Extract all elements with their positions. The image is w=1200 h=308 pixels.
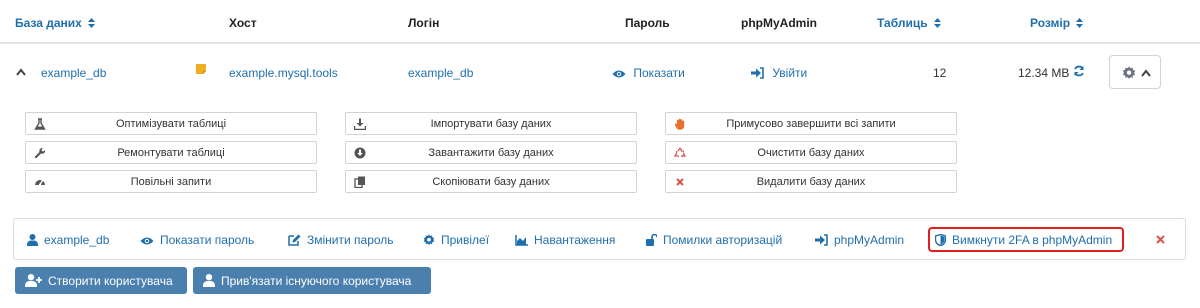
col-phpmyadmin-header: phpMyAdmin xyxy=(741,16,817,30)
sign-in-icon xyxy=(751,67,764,79)
show-password-link[interactable]: Показати xyxy=(612,66,685,80)
show-password-label: Показати xyxy=(633,66,685,80)
database-size: 12.34 MB xyxy=(1018,66,1070,80)
repair-tables-label: Ремонтувати таблиці xyxy=(117,147,225,159)
user-icon xyxy=(203,274,215,287)
phpmyadmin-login-label: Увійти xyxy=(772,66,808,80)
clear-database-label: Очистити базу даних xyxy=(757,147,865,159)
eye-icon xyxy=(612,70,626,78)
database-name-link[interactable]: example_db xyxy=(41,66,106,80)
refresh-icon[interactable] xyxy=(1073,65,1085,77)
optimize-tables-label: Оптимізувати таблиці xyxy=(115,118,227,130)
copy-database-button[interactable]: Скопіювати базу даних xyxy=(345,170,637,193)
slow-queries-button[interactable]: Повільні запити xyxy=(25,170,317,193)
area-chart-icon xyxy=(515,235,528,246)
user-link[interactable]: example_db xyxy=(27,233,109,247)
col-database-label: База даних xyxy=(15,16,82,30)
create-user-label: Створити користувача xyxy=(48,274,173,288)
privileges-link[interactable]: Привілеї xyxy=(423,233,489,247)
eye-icon xyxy=(140,237,154,245)
user-show-password-label: Показати пароль xyxy=(160,233,255,247)
close-icon[interactable] xyxy=(1156,235,1165,244)
privileges-label: Привілеї xyxy=(441,233,490,247)
sort-icon xyxy=(933,18,941,28)
user-link-label: example_db xyxy=(44,233,110,247)
col-size-label: Розмір xyxy=(1030,16,1071,30)
col-password-header: Пароль xyxy=(625,16,670,30)
download-database-label: Завантажити базу даних xyxy=(428,147,554,159)
auth-errors-link[interactable]: Помилки авторизацій xyxy=(646,233,782,247)
user-plus-icon xyxy=(25,274,42,287)
col-size-header[interactable]: Розмір xyxy=(1030,16,1084,30)
optimize-tables-button[interactable]: Оптимізувати таблиці xyxy=(25,112,317,135)
table-header: База даних Хост Логін Пароль phpMyAdmin … xyxy=(0,0,1200,44)
user-phpmyadmin-label: phpMyAdmin xyxy=(834,233,905,247)
delete-database-label: Видалити базу даних xyxy=(756,176,866,188)
database-host[interactable]: example.mysql.tools xyxy=(229,66,338,80)
note-icon[interactable] xyxy=(195,63,207,75)
col-database-header[interactable]: База даних xyxy=(15,16,95,30)
col-tables-label: Таблиць xyxy=(877,16,928,30)
bind-user-button[interactable]: Прив'язати існуючого користувача xyxy=(193,267,431,294)
tables-count: 12 xyxy=(933,66,947,80)
auth-errors-label: Помилки авторизацій xyxy=(663,233,783,247)
gear-icon xyxy=(1122,66,1136,79)
load-label: Навантаження xyxy=(534,233,616,247)
sign-in-icon xyxy=(815,234,828,246)
col-tables-header[interactable]: Таблиць xyxy=(877,16,941,30)
sort-icon xyxy=(87,18,95,28)
copy-database-label: Скопіювати базу даних xyxy=(432,176,550,188)
delete-database-button[interactable]: Видалити базу даних xyxy=(665,170,957,193)
unlock-icon xyxy=(646,234,657,246)
change-password-label: Змінити пароль xyxy=(307,233,394,247)
slow-queries-label: Повільні запити xyxy=(130,176,212,188)
edit-icon xyxy=(288,234,301,246)
import-database-label: Імпортувати базу даних xyxy=(430,118,552,130)
phpmyadmin-login-link[interactable]: Увійти xyxy=(751,66,807,80)
database-row: example_db example.mysql.tools example_d… xyxy=(0,44,1200,100)
col-host-header: Хост xyxy=(229,16,257,30)
kill-queries-button[interactable]: Примусово завершити всі запити xyxy=(665,112,957,135)
settings-dropdown-button[interactable] xyxy=(1109,55,1161,89)
import-database-button[interactable]: Імпортувати базу даних xyxy=(345,112,637,135)
bind-user-label: Прив'язати існуючого користувача xyxy=(221,274,412,288)
col-login-header: Логін xyxy=(408,16,440,30)
kill-queries-label: Примусово завершити всі запити xyxy=(726,118,896,130)
user-show-password-link[interactable]: Показати пароль xyxy=(140,233,254,247)
highlight-frame xyxy=(928,227,1124,252)
change-password-link[interactable]: Змінити пароль xyxy=(288,233,394,247)
create-user-button[interactable]: Створити користувача xyxy=(15,267,187,294)
user-phpmyadmin-link[interactable]: phpMyAdmin xyxy=(815,233,904,247)
gear-icon xyxy=(423,234,435,246)
clear-database-button[interactable]: Очистити базу даних xyxy=(665,141,957,164)
sort-icon xyxy=(1076,18,1084,28)
user-icon xyxy=(27,234,38,246)
database-login[interactable]: example_db xyxy=(408,66,473,80)
chevron-up-icon[interactable] xyxy=(16,68,26,76)
repair-tables-button[interactable]: Ремонтувати таблиці xyxy=(25,141,317,164)
chevron-up-icon xyxy=(1141,69,1151,77)
load-link[interactable]: Навантаження xyxy=(515,233,615,247)
download-database-button[interactable]: Завантажити базу даних xyxy=(345,141,637,164)
